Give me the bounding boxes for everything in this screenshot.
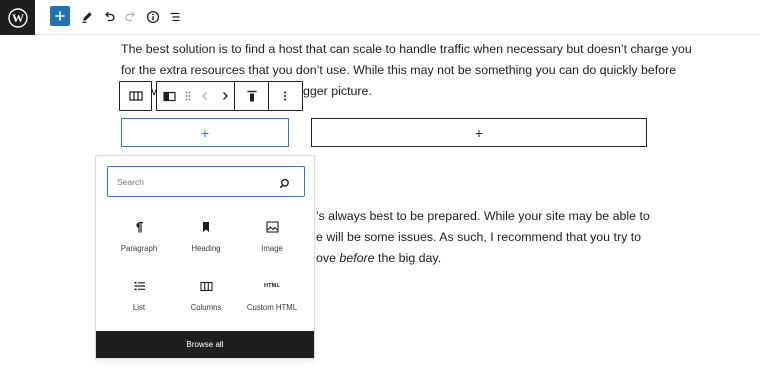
image-icon: [265, 217, 279, 237]
list-view-button[interactable]: [164, 6, 186, 28]
paragraph-block-line-partial[interactable]: gger picture.: [303, 81, 372, 102]
block-inserter-toggle[interactable]: [50, 6, 70, 26]
wordpress-logo-button[interactable]: W: [0, 0, 35, 35]
add-block-icon: +: [200, 124, 210, 141]
paragraph-block-line[interactable]: for the extra resources that you don’t u…: [121, 60, 676, 81]
undo-icon: [105, 11, 115, 22]
undo-button[interactable]: [98, 6, 120, 28]
plus-icon: [55, 11, 65, 21]
browse-all-button[interactable]: Browse all: [96, 331, 314, 358]
paragraph-icon: [134, 217, 144, 237]
more-options-button[interactable]: [269, 82, 301, 110]
text-fragment-italic: before: [339, 251, 375, 265]
heading-icon: [201, 217, 211, 237]
redo-button[interactable]: [120, 6, 142, 28]
select-parent-button[interactable]: [120, 82, 151, 110]
block-type-button[interactable]: [157, 82, 181, 110]
column-icon: [162, 91, 176, 101]
paragraph-block-line-partial[interactable]: ove before the big day.: [316, 248, 441, 269]
vertical-alignment-button[interactable]: [235, 82, 269, 110]
html-icon: HTML: [263, 283, 281, 289]
columns-icon: [128, 91, 143, 101]
block-label: Heading: [191, 244, 221, 253]
move-left-icon: [202, 92, 207, 100]
list-view-icon: [170, 12, 180, 22]
info-icon: [146, 10, 160, 24]
details-button[interactable]: [142, 6, 164, 28]
block-label: Image: [261, 244, 283, 253]
pencil-icon: [82, 12, 92, 23]
column-2-appender[interactable]: +: [311, 118, 647, 147]
list-icon: [133, 276, 146, 296]
paragraph-block-line-partial[interactable]: ’s always best to be prepared. While you…: [316, 206, 650, 227]
paragraph-block-line-partial[interactable]: e will be some issues. As such, I recomm…: [316, 227, 641, 248]
block-item-heading[interactable]: Heading: [173, 217, 239, 265]
move-right-button[interactable]: [215, 82, 235, 110]
columns-icon: [199, 276, 213, 296]
drag-handle-icon: [185, 91, 191, 101]
search-input[interactable]: [117, 176, 267, 187]
search-field[interactable]: [107, 166, 305, 197]
column-1-appender[interactable]: +: [121, 118, 289, 147]
block-label: Paragraph: [120, 244, 158, 253]
text-fragment: the big day.: [374, 251, 442, 265]
redo-icon: [125, 11, 135, 22]
block-label: Columns: [190, 303, 222, 312]
drag-handle[interactable]: [181, 82, 195, 110]
more-options-icon: [284, 91, 286, 101]
move-right-icon: [222, 92, 228, 100]
block-toolbar: [156, 81, 303, 111]
wordpress-icon: W: [7, 7, 28, 28]
move-left-button[interactable]: [195, 82, 215, 110]
editor-top-toolbar: W: [0, 0, 760, 35]
text-fragment: ove: [316, 251, 340, 265]
paragraph-block-line[interactable]: The best solution is to find a host that…: [121, 39, 692, 60]
align-top-icon: [247, 90, 256, 101]
block-parent-selector[interactable]: [119, 81, 152, 111]
block-item-list[interactable]: List: [106, 276, 172, 324]
quick-inserter-popover: Paragraph Heading Image List Columns: [95, 155, 315, 359]
svg-text:W: W: [12, 11, 24, 25]
block-item-columns[interactable]: Columns: [173, 276, 239, 324]
block-item-image[interactable]: Image: [239, 217, 305, 265]
tools-button[interactable]: [76, 6, 98, 28]
block-label: List: [132, 303, 146, 312]
block-item-paragraph[interactable]: Paragraph: [106, 217, 172, 265]
block-label: Custom HTML: [246, 303, 298, 312]
block-item-custom-html[interactable]: HTML Custom HTML: [239, 276, 305, 324]
add-block-icon: +: [474, 124, 484, 141]
search-icon: [279, 176, 290, 194]
